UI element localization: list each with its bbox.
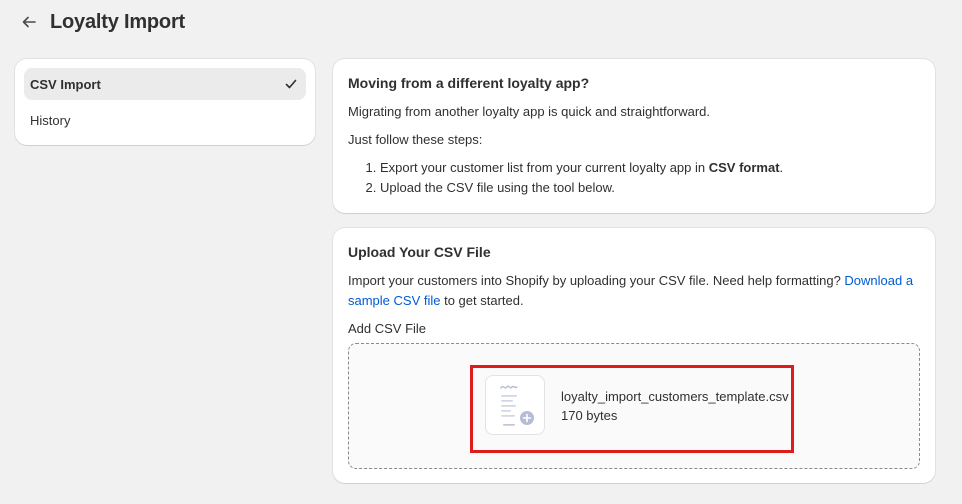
sidebar-nav: CSV Import History [15,59,315,145]
upload-description-text: Import your customers into Shopify by up… [348,273,845,288]
sidebar-item-csv-import[interactable]: CSV Import [24,68,306,100]
file-document-icon [500,385,534,426]
upload-card-title: Upload Your CSV File [348,244,491,260]
upload-csv-card: Upload Your CSV File Import your custome… [333,228,935,483]
upload-description-suffix: to get started. [440,293,524,308]
sidebar-item-label: CSV Import [30,76,101,92]
sidebar-item-label: History [30,112,71,128]
migration-info-card: Moving from a different loyalty app? Mig… [333,59,935,213]
arrow-left-icon [22,16,36,28]
step-1-bold-text: CSV format [708,160,780,175]
migration-step-2: Upload the CSV file using the tool below… [380,178,920,198]
migration-steps-list: Export your customer list from your curr… [348,158,920,198]
step-1-suffix: . [779,160,784,175]
migration-intro-text: Migrating from another loyalty app is qu… [348,104,711,119]
uploaded-file-name: loyalty_import_customers_template.csv [561,389,789,404]
sidebar-item-history[interactable]: History [24,104,306,136]
page-header: Loyalty Import [18,8,185,36]
migration-step-1: Export your customer list from your curr… [380,158,920,178]
back-button[interactable] [18,11,40,33]
upload-description: Import your customers into Shopify by up… [348,271,920,311]
file-thumbnail [485,375,545,435]
uploaded-file-size: 170 bytes [561,408,618,423]
add-csv-file-label: Add CSV File [348,321,427,336]
migration-lead-text: Just follow these steps: [348,132,483,147]
step-1-text: Export your customer list from your curr… [380,160,709,175]
migration-card-title: Moving from a different loyalty app? [348,75,590,91]
checkmark-icon [285,79,297,89]
csv-dropzone[interactable]: loyalty_import_customers_template.csv 17… [348,343,920,469]
page-title: Loyalty Import [50,10,185,33]
